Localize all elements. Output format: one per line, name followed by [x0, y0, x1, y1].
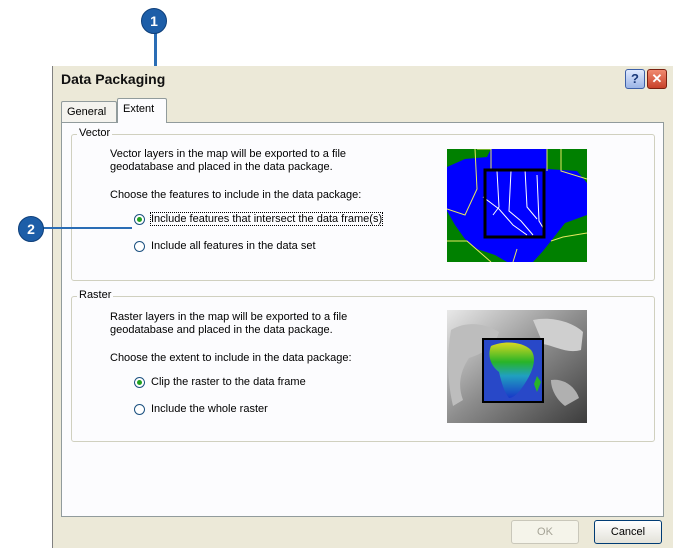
tab-extent[interactable]: Extent — [117, 98, 167, 123]
title-bar: Data Packaging ? ✕ — [53, 66, 673, 94]
data-packaging-dialog: Data Packaging ? ✕ General Extent Vector… — [52, 66, 673, 548]
raster-group: Raster Raster layers in the map will be … — [71, 289, 655, 442]
tab-extent-label: Extent — [123, 103, 155, 115]
vector-description: Vector layers in the map will be exporte… — [110, 148, 347, 173]
vector-group: Vector Vector layers in the map will be … — [71, 127, 655, 281]
cancel-button[interactable]: Cancel — [594, 520, 662, 544]
vector-map-thumbnail — [447, 149, 587, 262]
tab-general[interactable]: General — [61, 101, 117, 122]
ok-button[interactable]: OK — [511, 520, 579, 544]
extent-tab-panel: Vector Vector layers in the map will be … — [61, 122, 664, 517]
radio-whole[interactable] — [134, 404, 145, 415]
radio-intersect[interactable] — [134, 214, 145, 225]
radio-clip-label[interactable]: Clip the raster to the data frame — [151, 376, 306, 388]
raster-description: Raster layers in the map will be exporte… — [110, 311, 348, 336]
dialog-title: Data Packaging — [61, 71, 166, 87]
vector-prompt: Choose the features to include in the da… — [110, 189, 362, 201]
radio-all-features[interactable] — [134, 241, 145, 252]
radio-intersect-label[interactable]: Include features that intersect the data… — [149, 212, 384, 226]
radio-all-features-label[interactable]: Include all features in the data set — [151, 240, 316, 252]
callout-2-line — [42, 227, 132, 229]
help-button[interactable]: ? — [625, 69, 645, 89]
callout-1-badge: 1 — [141, 8, 167, 34]
callout-2-badge: 2 — [18, 216, 44, 242]
raster-prompt: Choose the extent to include in the data… — [110, 352, 352, 364]
radio-whole-label[interactable]: Include the whole raster — [151, 403, 268, 415]
raster-group-legend: Raster — [77, 289, 114, 301]
vector-group-legend: Vector — [77, 127, 113, 139]
radio-clip[interactable] — [134, 377, 145, 388]
tab-general-label: General — [67, 106, 107, 118]
raster-map-thumbnail — [447, 310, 587, 423]
close-button[interactable]: ✕ — [647, 69, 667, 89]
